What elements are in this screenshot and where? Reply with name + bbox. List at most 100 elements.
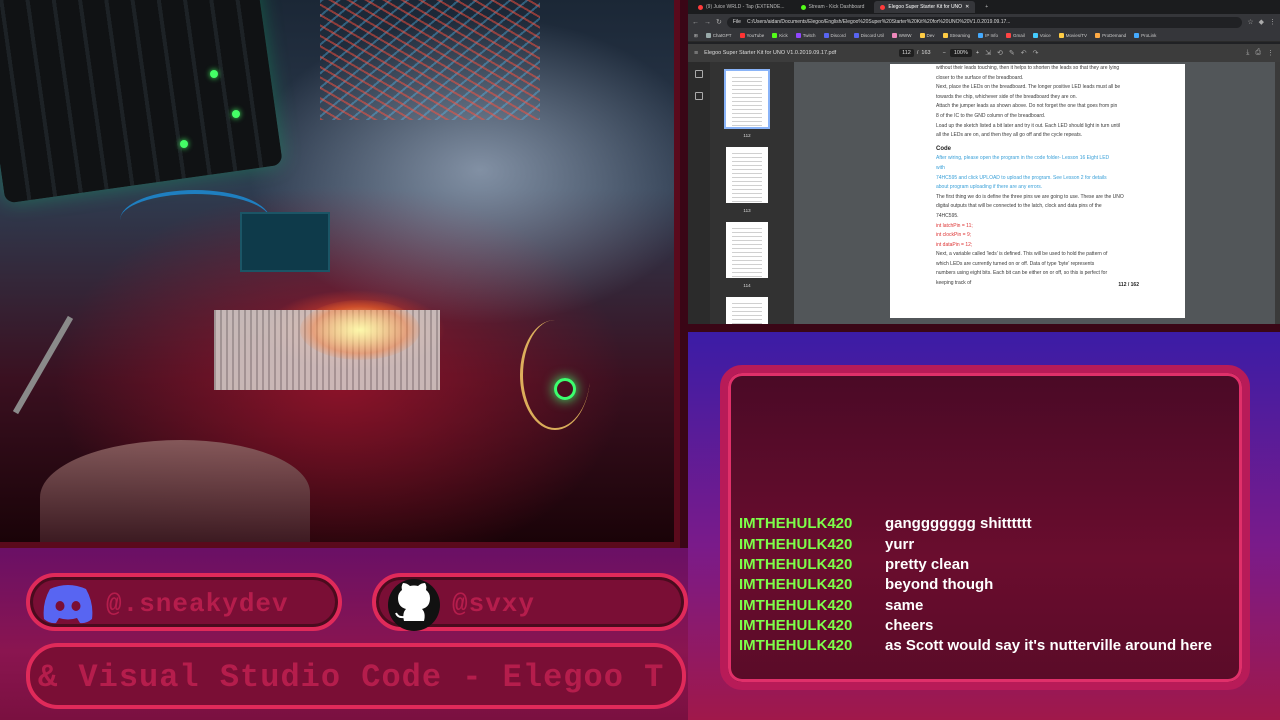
forward-icon[interactable]: → — [704, 19, 711, 26]
pdf-text-line: closer to the surface of the breadboard. — [936, 74, 1024, 81]
bookmark[interactable]: Streaming — [942, 33, 970, 38]
bookmark[interactable]: Voice — [1032, 33, 1051, 38]
bookmark-label: Movies/TV — [1065, 33, 1088, 38]
bookmark-label: WWW — [898, 33, 912, 38]
page-thumbnail[interactable] — [724, 69, 770, 129]
file-scheme-label: File — [732, 19, 741, 25]
bookmark-label: Gmail — [1013, 33, 1025, 38]
pdf-sidebar-rail — [688, 62, 710, 324]
pdf-text-line: Load up the sketch listed a bit later an… — [936, 122, 1120, 129]
discord-handle: @.sneakydev — [106, 589, 289, 619]
reload-icon[interactable]: ↻ — [716, 18, 722, 26]
pdf-text-line: int dataPin = 12; — [936, 241, 973, 248]
arduino-board-image — [240, 212, 330, 272]
chat-username: IMTHEHULK420 — [739, 576, 853, 593]
bookmarks-bar: ⊞ ChatGPT YouTube Kick Twitch Discord Di… — [688, 30, 1280, 42]
zoom-out-button[interactable]: − — [943, 50, 946, 56]
jumper-wires-image — [320, 0, 540, 120]
keyboard-image — [0, 0, 283, 204]
outline-icon[interactable] — [695, 92, 703, 100]
chat-username: IMTHEHULK420 — [739, 536, 853, 553]
page-thumbnail[interactable] — [726, 222, 768, 278]
bookmark[interactable]: IP Info — [978, 33, 998, 38]
more-icon[interactable]: ⋮ — [1267, 49, 1274, 57]
key-glow — [180, 140, 188, 148]
browser-tab[interactable]: Stream - Kick Dashboard — [795, 1, 871, 13]
chat-username: IMTHEHULK420 — [739, 556, 853, 573]
chat-username: IMTHEHULK420 — [739, 515, 853, 532]
pdf-text-line: keeping track of — [936, 280, 972, 287]
undo-icon[interactable]: ↶ — [1021, 49, 1027, 57]
thumbnails-icon[interactable] — [695, 70, 703, 78]
close-icon[interactable]: ✕ — [965, 4, 969, 10]
bookmark[interactable]: Discord Util — [853, 33, 884, 38]
page-separator: / — [916, 50, 919, 56]
now-playing-ticker: & Visual Studio Code - Elegoo T — [26, 643, 686, 709]
print-icon[interactable]: ⎙ — [1255, 49, 1261, 57]
bookmark[interactable]: Twitch — [795, 33, 816, 38]
zoom-input[interactable]: 100% — [949, 49, 972, 57]
thumbnail-panel: 112 113 114 — [710, 62, 794, 324]
rotate-icon[interactable]: ⟲ — [997, 49, 1003, 57]
bookmark-label: Discord — [830, 33, 846, 38]
pdf-icon — [880, 4, 886, 10]
ticker-text: & Visual Studio Code - Elegoo T — [38, 659, 665, 696]
pdf-text-line: about program uploading if there are any… — [936, 184, 1043, 191]
github-handle: @svxy — [452, 589, 536, 619]
bookmark-label: ProLink — [1141, 33, 1157, 38]
bookmark[interactable]: YouTube — [739, 33, 765, 38]
tab-label: (9) Juice WRLD - Tap (EXTENDE... — [706, 4, 785, 10]
zoom-in-button[interactable]: + — [976, 50, 979, 56]
bookmark[interactable]: Movies/TV — [1058, 33, 1088, 38]
bookmark[interactable]: ProLink — [1134, 33, 1156, 38]
chat-username: IMTHEHULK420 — [739, 617, 853, 634]
hamburger-icon[interactable]: ≡ — [694, 50, 698, 57]
menu-icon[interactable]: ⋮ — [1269, 18, 1276, 26]
bookmark[interactable]: ProDemand — [1095, 33, 1126, 38]
extensions-icon[interactable]: ◆ — [1259, 18, 1264, 26]
bookmark[interactable]: Kick — [772, 33, 788, 38]
pdf-heading: Code — [936, 145, 951, 152]
bookmark[interactable]: WWW — [891, 33, 912, 38]
bookmark-icon — [772, 33, 778, 38]
page-thumbnail[interactable] — [726, 147, 768, 203]
bookmark-icon — [942, 33, 948, 38]
chat-text: beyond though — [885, 576, 994, 593]
browser-tab-active[interactable]: Elegoo Super Starter Kit for UNO ✕ — [874, 1, 976, 13]
bookmark-icon — [1095, 33, 1101, 38]
redo-icon[interactable]: ↷ — [1033, 49, 1039, 57]
download-icon[interactable]: ⤓ — [1246, 49, 1249, 57]
mouse-image — [520, 320, 590, 430]
bookmark[interactable]: Dev — [919, 33, 935, 38]
star-icon[interactable]: ☆ — [1247, 18, 1253, 26]
scrollbar[interactable] — [1275, 62, 1280, 324]
page-footer: 112 / 162 — [1118, 282, 1139, 288]
fit-page-icon[interactable]: ⇲ — [985, 49, 991, 57]
page-number-input[interactable]: 112 — [899, 49, 914, 57]
chat-text: same — [885, 597, 924, 614]
bookmark-label: YouTube — [746, 33, 765, 38]
pdf-text-line: 74HC595. — [936, 212, 959, 219]
bookmark-icon — [739, 33, 745, 38]
pdf-text-line: 8 of the IC to the GND column of the bre… — [936, 112, 1046, 119]
chat-text: yurr — [885, 536, 915, 553]
chat-username: IMTHEHULK420 — [739, 637, 853, 654]
chat-text: ganggggggg shitttttt — [885, 515, 1032, 532]
apps-icon[interactable]: ⊞ — [694, 33, 698, 39]
chat-text: cheers — [885, 617, 934, 634]
new-tab-button[interactable]: + — [979, 1, 994, 13]
page-total: 163 — [921, 50, 931, 56]
browser-tab[interactable]: (9) Juice WRLD - Tap (EXTENDE... — [692, 1, 791, 13]
page-thumbnail[interactable] — [726, 297, 768, 324]
url-field[interactable]: File C:/Users/aidan/Documents/Elegoo/Eng… — [726, 16, 1243, 28]
bookmark[interactable]: ChatGPT — [705, 33, 732, 38]
back-icon[interactable]: ← — [692, 19, 699, 26]
bookmark-icon — [1006, 33, 1012, 38]
bookmark-icon — [978, 33, 984, 38]
draw-icon[interactable]: ✎ — [1009, 49, 1015, 57]
pdf-title: Elegoo Super Starter Kit for UNO V1.0.20… — [704, 50, 837, 56]
bookmark-label: Discord Util — [860, 33, 884, 38]
bookmark-label: ProDemand — [1102, 33, 1127, 38]
bookmark[interactable]: Gmail — [1006, 33, 1025, 38]
bookmark[interactable]: Discord — [823, 33, 846, 38]
